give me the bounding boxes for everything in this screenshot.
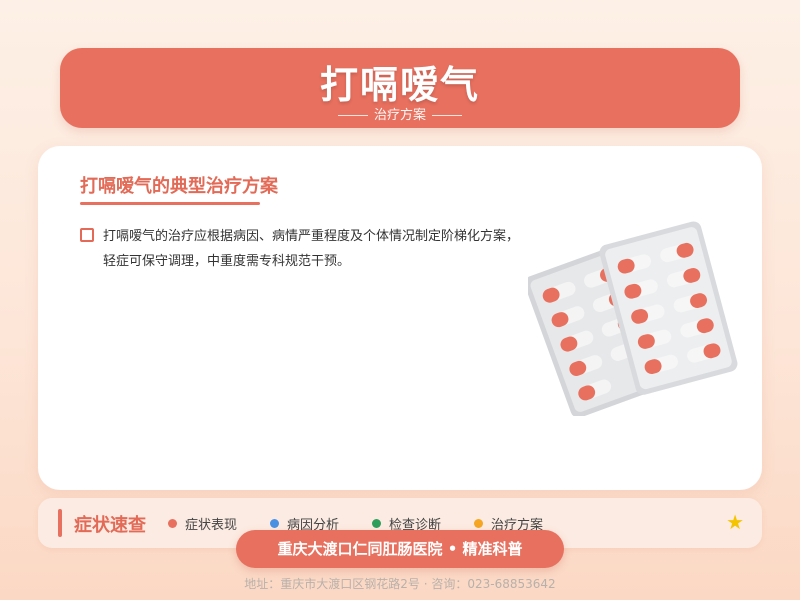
checkbox-bullet-icon: [80, 228, 94, 242]
subtitle-right-line: [432, 115, 462, 116]
page-title: 打嗝嗳气: [319, 63, 480, 107]
hospital-banner: 重庆大渡口仁同肛肠医院 • 精准科普: [236, 530, 564, 568]
green-dot-icon: [372, 519, 381, 528]
quick-nav-accent: [58, 509, 62, 537]
quick-nav-title: 症状速查: [74, 515, 146, 536]
blue-dot-icon: [270, 519, 279, 528]
section-heading: 打嗝嗳气的典型治疗方案: [80, 176, 278, 197]
red-dot-icon: [168, 519, 177, 528]
hospital-address: 地址：重庆市大渡口区钢花路2号 · 咨询：023-68853642: [244, 577, 556, 591]
star-icon: ★: [726, 510, 744, 534]
nav-item-symptoms[interactable]: 症状表现: [168, 514, 237, 533]
page-subtitle: 治疗方案: [60, 104, 740, 123]
heading-underline: [80, 202, 260, 205]
orange-dot-icon: [474, 519, 483, 528]
header-banner: 打嗝嗳气 治疗方案: [60, 48, 740, 128]
subtitle-left-line: [337, 115, 368, 116]
pill-blister-pack-icon: [528, 221, 738, 416]
nav-item-label: 症状表现: [185, 518, 238, 533]
body-paragraph: 打嗝嗳气的治疗应根据病因、病情严重程度及个体情况制定阶梯化方案，轻症可保守调理，…: [103, 229, 520, 269]
content-card: 打嗝嗳气的典型治疗方案 打嗝嗳气的治疗应根据病因、病情严重程度及个体情况制定阶梯…: [38, 146, 762, 490]
subtitle-text: 治疗方案: [373, 108, 426, 123]
